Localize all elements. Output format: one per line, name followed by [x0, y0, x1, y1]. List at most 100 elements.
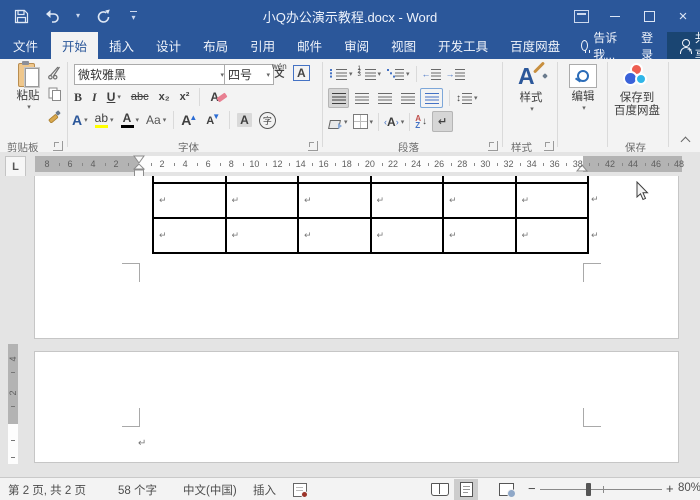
superscript-button[interactable]: x²: [180, 91, 190, 103]
grow-font-button[interactable]: A▲: [181, 112, 199, 128]
page-1[interactable]: ↵ ↵ ↵ ↵ ↵ ↵ ↵ ↵ ↵ ↵ ↵ ↵ ↵ ↵: [35, 176, 678, 338]
tell-me-box[interactable]: 告诉我...: [571, 31, 629, 62]
styles-button[interactable]: A 样式 ▾: [510, 61, 552, 113]
redo-button[interactable]: [94, 7, 112, 25]
undo-dropdown-icon[interactable]: ▾: [76, 12, 80, 20]
sign-in-button[interactable]: 登录: [629, 31, 665, 62]
table-cell-partial[interactable]: [444, 176, 517, 184]
italic-button[interactable]: I: [92, 90, 97, 105]
table-cell-partial[interactable]: [154, 176, 227, 184]
vertical-ruler-margin[interactable]: 4 2: [8, 344, 18, 424]
table-cell-partial[interactable]: [516, 176, 589, 184]
table-cell[interactable]: ↵: [444, 184, 517, 219]
tab-4[interactable]: 布局: [192, 32, 239, 59]
show-hide-marks-button[interactable]: ↵: [432, 111, 453, 132]
maximize-button[interactable]: [632, 0, 666, 32]
text-effects-button[interactable]: A ▾: [72, 112, 88, 128]
tab-5[interactable]: 引用: [239, 32, 286, 59]
first-line-indent-marker[interactable]: [133, 155, 145, 164]
close-button[interactable]: ×: [666, 0, 700, 32]
macro-record-icon[interactable]: [293, 483, 308, 498]
character-shading-button[interactable]: A: [237, 113, 252, 127]
paste-button[interactable]: 粘贴 ▾: [8, 61, 48, 111]
shading-button[interactable]: ▾: [328, 116, 348, 129]
tab-selector-box[interactable]: L: [5, 156, 26, 177]
table-cell[interactable]: ↵: [516, 219, 589, 254]
multilevel-list-button[interactable]: ▾: [387, 68, 410, 80]
copy-button[interactable]: [48, 87, 62, 104]
zoom-slider-track[interactable]: [540, 489, 662, 490]
strikethrough-button[interactable]: abc: [131, 91, 149, 103]
ribbon-display-options-icon[interactable]: [564, 0, 598, 32]
word-count[interactable]: 58 个字: [118, 482, 157, 498]
increase-indent-button[interactable]: →: [446, 68, 465, 80]
underline-button[interactable]: U ▾: [107, 90, 121, 104]
table-cell-partial[interactable]: [226, 176, 299, 184]
zoom-in-button[interactable]: +: [666, 481, 674, 496]
font-dialog-launcher-icon[interactable]: [308, 141, 318, 151]
tab-8[interactable]: 视图: [380, 32, 427, 59]
align-left-button[interactable]: [328, 88, 349, 108]
paragraph-dialog-launcher-icon[interactable]: [488, 141, 498, 151]
editing-button[interactable]: 编辑 ▾: [566, 64, 600, 112]
page-indicator[interactable]: 第 2 页, 共 2 页: [8, 482, 86, 498]
document-area[interactable]: 4 2 ↵ ↵ ↵ ↵ ↵ ↵ ↵ ↵ ↵ ↵ ↵ ↵ ↵ ↵ ↵: [0, 176, 700, 477]
align-right-button[interactable]: [374, 88, 395, 108]
shrink-font-button[interactable]: A▼: [206, 112, 222, 127]
tab-2[interactable]: 插入: [98, 32, 145, 59]
character-scaling-button[interactable]: ‹ A › ▾: [384, 115, 404, 129]
table-cell[interactable]: ↵: [371, 184, 444, 219]
enclose-characters-button[interactable]: 字: [258, 111, 276, 129]
customize-qat-icon[interactable]: ▾: [130, 10, 138, 22]
tab-9[interactable]: 开发工具: [427, 32, 499, 59]
line-spacing-button[interactable]: ↕ ▾: [456, 92, 478, 104]
change-case-button[interactable]: Aa ▾: [146, 113, 166, 127]
table-cell[interactable]: ↵: [226, 219, 299, 254]
table-cell[interactable]: ↵: [299, 219, 372, 254]
vertical-ruler-content[interactable]: [8, 424, 18, 464]
character-border-button[interactable]: A: [293, 65, 310, 81]
zoom-slider-handle[interactable]: [586, 483, 591, 496]
save-icon[interactable]: [12, 7, 30, 25]
table-cell[interactable]: ↵: [154, 219, 227, 254]
tab-3[interactable]: 设计: [145, 32, 192, 59]
table-cell-partial[interactable]: [299, 176, 372, 184]
table-cell[interactable]: ↵: [299, 184, 372, 219]
distribute-button[interactable]: [420, 88, 443, 108]
tab-6[interactable]: 邮件: [286, 32, 333, 59]
table-cell[interactable]: ↵: [371, 219, 444, 254]
print-layout-button[interactable]: [454, 479, 478, 500]
web-layout-button[interactable]: [494, 479, 518, 500]
insert-mode-indicator[interactable]: 插入: [253, 482, 276, 498]
numbering-button[interactable]: 1 2 3 ▾: [358, 66, 381, 80]
minimize-button[interactable]: [598, 0, 632, 32]
justify-button[interactable]: [397, 88, 418, 108]
subscript-button[interactable]: x₂: [159, 91, 170, 103]
align-center-button[interactable]: [351, 88, 372, 108]
highlight-color-button[interactable]: ab ▾: [95, 112, 114, 128]
table-cell-partial[interactable]: [371, 176, 444, 184]
clear-formatting-button[interactable]: A: [210, 90, 228, 104]
share-button[interactable]: + 共享: [667, 31, 700, 62]
table-cell[interactable]: ↵: [516, 184, 589, 219]
bold-button[interactable]: B: [74, 90, 82, 105]
zoom-level[interactable]: 80%: [678, 482, 700, 494]
save-to-baidu-button[interactable]: 保存到 百度网盘: [613, 63, 661, 118]
undo-button[interactable]: [44, 7, 62, 25]
tab-1[interactable]: 开始: [51, 32, 99, 59]
tab-file[interactable]: 文件: [0, 32, 51, 59]
document-table[interactable]: ↵ ↵ ↵ ↵ ↵ ↵ ↵ ↵ ↵ ↵ ↵ ↵: [152, 176, 589, 254]
table-cell[interactable]: ↵: [154, 184, 227, 219]
tab-7[interactable]: 审阅: [333, 32, 380, 59]
table-cell[interactable]: ↵: [444, 219, 517, 254]
clipboard-dialog-launcher-icon[interactable]: [53, 141, 63, 151]
font-size-combo[interactable]: 四号 ▾: [224, 64, 274, 85]
phonetic-guide-button[interactable]: wén 文: [272, 63, 287, 80]
table-cell[interactable]: ↵: [226, 184, 299, 219]
decrease-indent-button[interactable]: ←: [422, 68, 441, 80]
styles-dialog-launcher-icon[interactable]: [544, 141, 554, 151]
format-painter-button[interactable]: [48, 109, 62, 126]
cut-button[interactable]: [47, 65, 62, 83]
bullets-button[interactable]: ▾: [330, 68, 353, 80]
tab-10[interactable]: 百度网盘: [499, 32, 571, 59]
